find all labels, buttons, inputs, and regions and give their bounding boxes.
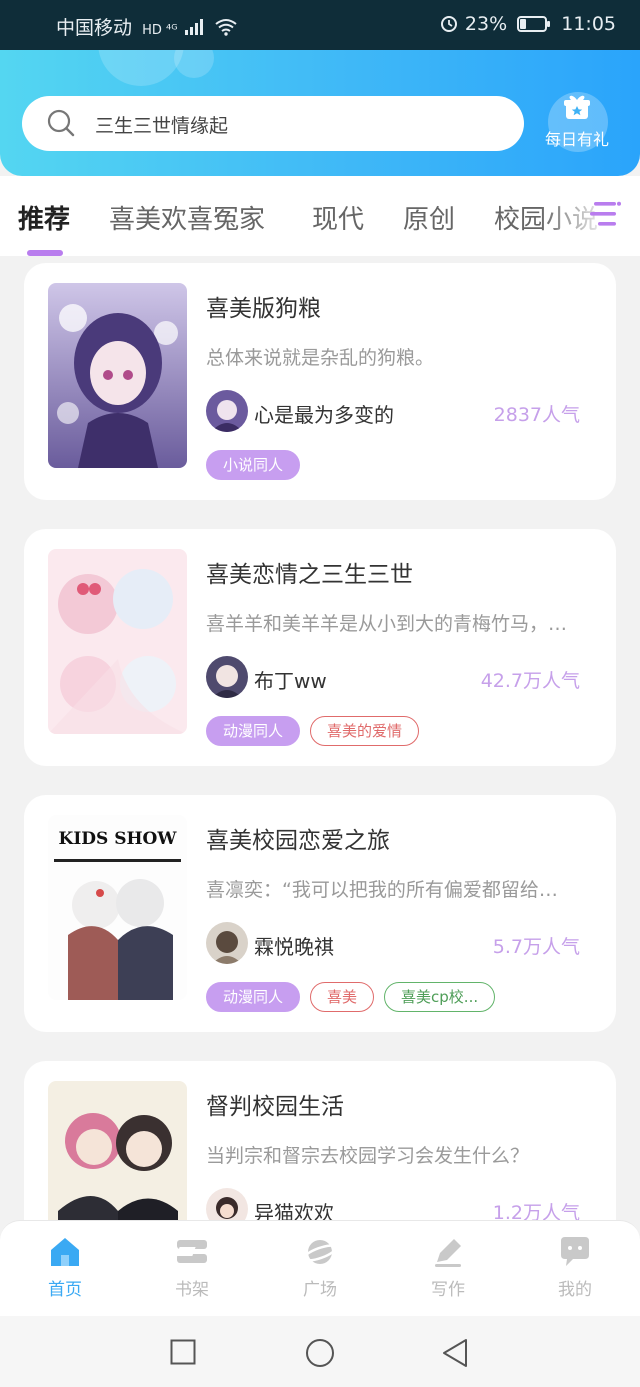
category-menu-icon[interactable] <box>588 198 622 230</box>
tag-badge[interactable]: 小说同人 <box>206 450 301 480</box>
search-bar[interactable]: 三生三世情缘起 <box>22 96 524 151</box>
battery-icon <box>517 16 551 32</box>
wifi-icon <box>215 19 237 36</box>
nav-home[interactable]: 首页 <box>25 1235 105 1300</box>
back-icon[interactable] <box>441 1338 469 1368</box>
story-title: 喜美恋情之三生三世 <box>206 562 413 588</box>
popularity-count: 1.2万人气 <box>492 1202 580 1220</box>
story-card[interactable]: 督判校园生活 当判宗和督宗去校园学习会发生什么？ 异猫欢欢 1.2万人气 <box>24 1061 616 1220</box>
popularity-count: 5.7万人气 <box>492 936 580 958</box>
pen-icon <box>435 1239 461 1267</box>
gift-icon <box>564 95 590 119</box>
avatar[interactable] <box>206 922 248 964</box>
story-cover: KIDS SHOW <box>48 815 187 1000</box>
home-circle-icon[interactable] <box>305 1338 335 1368</box>
story-description: 总体来说就是杂乱的狗粮。 <box>206 347 435 369</box>
recent-apps-icon[interactable] <box>170 1339 196 1365</box>
nav-write-label: 写作 <box>431 1280 465 1300</box>
story-cover <box>48 549 187 734</box>
nav-square[interactable]: 广场 <box>280 1235 360 1300</box>
story-cover <box>48 283 187 468</box>
bookshelf-icon <box>176 1240 207 1263</box>
nav-square-label: 广场 <box>303 1280 337 1300</box>
avatar[interactable] <box>206 1188 248 1220</box>
nav-home-label: 首页 <box>48 1280 82 1300</box>
tag-badge[interactable]: 喜美的爱情 <box>310 716 420 746</box>
category-tabs: 推荐 喜美欢喜冤家 现代 原创 校园小说 <box>0 176 640 256</box>
author-name[interactable]: 霖悦晚祺 <box>254 931 334 960</box>
story-card[interactable]: KIDS SHOW 喜美校园恋爱之旅 喜凛奕：“我可以把我的所有偏爱都留给… 霖… <box>24 795 616 1032</box>
author-name[interactable]: 布丁ww <box>254 665 327 694</box>
battery-percent: 23% <box>464 13 508 35</box>
tab-original[interactable]: 原创 <box>403 199 455 236</box>
signal-icon <box>184 19 203 35</box>
search-icon <box>47 109 75 137</box>
tag-badge[interactable]: 动漫同人 <box>206 716 301 746</box>
author-name[interactable]: 异猫欢欢 <box>254 1197 334 1220</box>
story-title: 督判校园生活 <box>206 1094 344 1120</box>
carrier-label: 中国移动 <box>56 17 133 39</box>
author-name[interactable]: 心是最为多变的 <box>254 399 394 428</box>
story-description: 喜凛奕：“我可以把我的所有偏爱都留给… <box>206 879 558 901</box>
search-placeholder: 三生三世情缘起 <box>95 115 229 137</box>
daily-gift-button[interactable]: 每日有礼 <box>540 92 614 154</box>
nav-write[interactable]: 写作 <box>408 1235 488 1300</box>
tag-list: 小说同人 <box>206 450 310 482</box>
story-feed[interactable]: 喜美版狗粮 总体来说就是杂乱的狗粮。 心是最为多变的 2837人气 小说同人 喜… <box>0 256 640 1220</box>
tab-recommend[interactable]: 推荐 <box>18 199 70 236</box>
daily-gift-label: 每日有礼 <box>544 130 609 149</box>
cover-title-text: KIDS SHOW <box>58 829 177 849</box>
chat-bubble-icon <box>561 1237 589 1266</box>
tag-list: 动漫同人 喜美 喜美cp校... <box>206 982 505 1014</box>
popularity-count: 42.7万人气 <box>480 670 580 692</box>
system-navigation-bar <box>0 1316 640 1387</box>
nav-bookshelf-label: 书架 <box>175 1280 209 1300</box>
bottom-navigation: 首页 书架 广场 写作 我的 <box>0 1220 640 1317</box>
avatar[interactable] <box>206 390 248 432</box>
story-card[interactable]: 喜美恋情之三生三世 喜羊羊和美羊羊是从小到大的青梅竹马，… 布丁ww 42.7万… <box>24 529 616 766</box>
avatar[interactable] <box>206 656 248 698</box>
story-title: 喜美版狗粮 <box>206 296 321 322</box>
story-description: 喜羊羊和美羊羊是从小到大的青梅竹马，… <box>206 613 568 635</box>
network-label: HD ⁴ᴳ <box>142 23 178 38</box>
status-left: 中国移动 HD ⁴ᴳ <box>56 13 238 40</box>
tag-badge[interactable]: 喜美cp校... <box>384 982 496 1012</box>
clock-time: 11:05 <box>561 13 616 35</box>
home-icon <box>51 1238 79 1266</box>
nav-bookshelf[interactable]: 书架 <box>152 1235 232 1300</box>
tab-modern[interactable]: 现代 <box>312 199 364 236</box>
planet-icon <box>302 1240 338 1264</box>
story-cover <box>48 1081 187 1220</box>
alarm-icon <box>440 16 457 32</box>
tag-list: 动漫同人 喜美的爱情 <box>206 716 429 748</box>
tab-xi-mei-huan-xi[interactable]: 喜美欢喜冤家 <box>109 199 265 236</box>
popularity-count: 2837人气 <box>493 404 580 426</box>
story-title: 喜美校园恋爱之旅 <box>206 828 390 854</box>
status-right: 23% 11:05 <box>439 13 616 35</box>
story-card[interactable]: 喜美版狗粮 总体来说就是杂乱的狗粮。 心是最为多变的 2837人气 小说同人 <box>24 263 616 500</box>
tag-badge[interactable]: 动漫同人 <box>206 982 301 1012</box>
story-description: 当判宗和督宗去校园学习会发生什么？ <box>206 1145 530 1167</box>
status-bar: 中国移动 HD ⁴ᴳ 23% 11:05 <box>0 0 640 50</box>
nav-mine-label: 我的 <box>558 1280 592 1300</box>
nav-mine[interactable]: 我的 <box>535 1235 615 1300</box>
tag-badge[interactable]: 喜美 <box>310 982 375 1012</box>
